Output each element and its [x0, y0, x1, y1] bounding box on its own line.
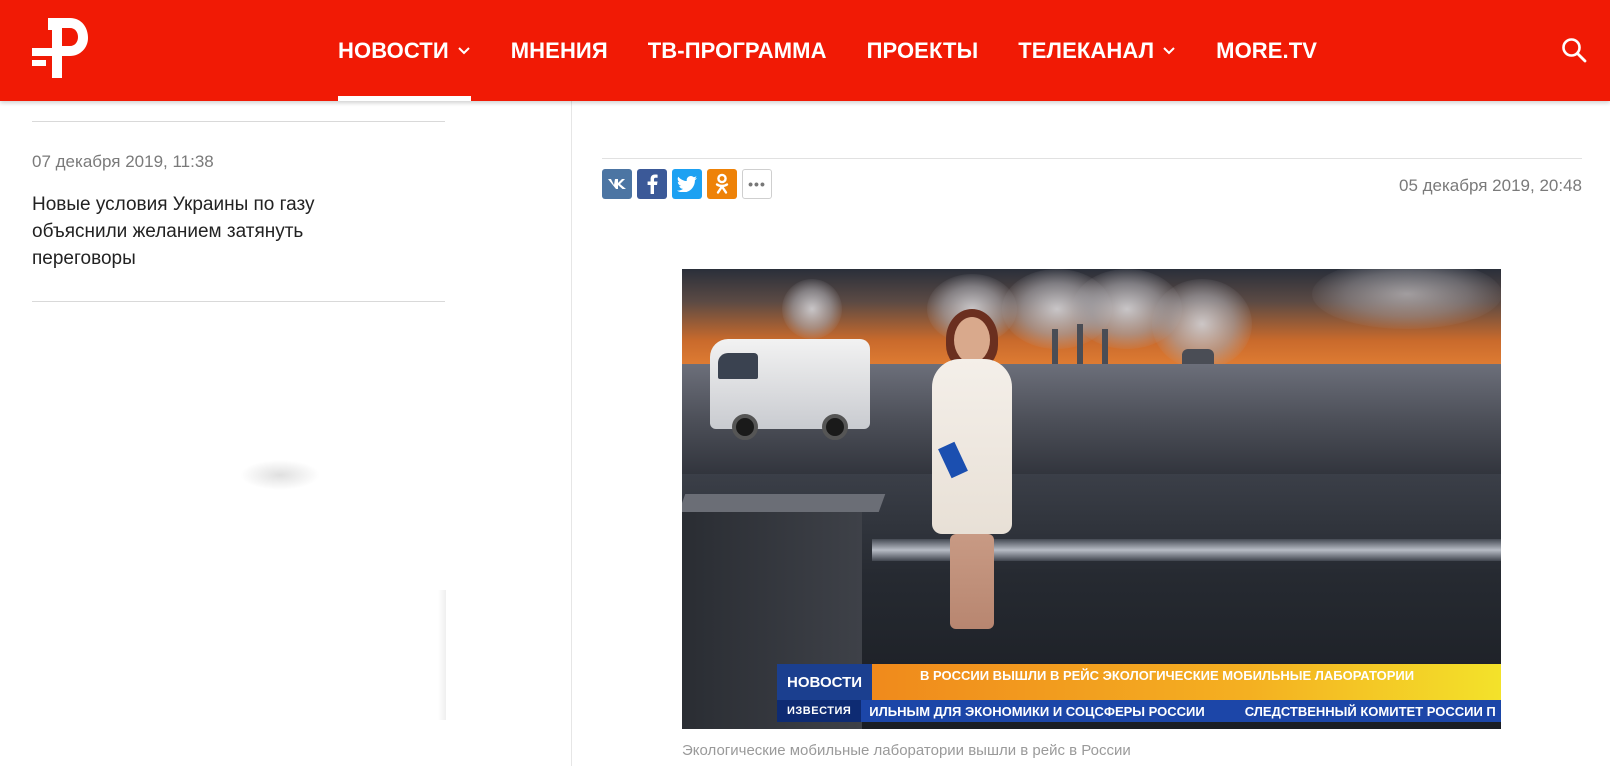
- nav-item-projects[interactable]: ПРОЕКТЫ: [867, 0, 979, 101]
- nav-item-label: НОВОСТИ: [338, 37, 449, 63]
- photo-presenter-legs: [950, 534, 994, 629]
- share-vk-button[interactable]: [602, 169, 632, 199]
- nav-item-tv-program[interactable]: ТВ-ПРОГРАММА: [648, 0, 827, 101]
- photo-smoke: [782, 279, 842, 339]
- article-date: 05 декабря 2019, 20:48: [1398, 176, 1582, 195]
- photo-van-window: [718, 353, 758, 379]
- twitter-icon: [677, 176, 697, 192]
- lower-third-headline: В РОССИИ ВЫШЛИ В РЕЙС ЭКОЛОГИЧЕСКИЕ МОБИ…: [872, 664, 1501, 700]
- site-header: НОВОСТИ МНЕНИЯ ТВ-ПРОГРАММА ПРОЕКТЫ ТЕЛЕ…: [0, 0, 1610, 101]
- photo-presenter-head: [954, 317, 990, 363]
- ad-placeholder-edge: [438, 590, 446, 720]
- ticker-brand: ИЗВЕСТИЯ: [777, 700, 862, 722]
- lower-third-badge: НОВОСТИ: [777, 664, 872, 700]
- nav-item-channel[interactable]: ТЕЛЕКАНАЛ: [1018, 0, 1176, 101]
- ren-tv-logo[interactable]: [30, 16, 88, 80]
- share-more-button[interactable]: •••: [742, 169, 772, 199]
- share-facebook-button[interactable]: [637, 169, 667, 199]
- nav-item-label: ТЕЛЕКАНАЛ: [1018, 37, 1155, 63]
- photo-caption: Экологические мобильные лаборатории вышл…: [682, 742, 1131, 759]
- share-bar: •••: [602, 169, 777, 199]
- share-odnoklassniki-button[interactable]: [707, 169, 737, 199]
- article-photo[interactable]: НОВОСТИ В РОССИИ ВЫШЛИ В РЕЙС ЭКОЛОГИЧЕС…: [682, 269, 1501, 729]
- photo-van: [710, 339, 870, 429]
- news-title-link[interactable]: Новые условия Украины по газу объяснили …: [32, 191, 362, 272]
- divider: [32, 121, 445, 122]
- vk-icon: [608, 179, 626, 189]
- nav-item-label: ПРОЕКТЫ: [866, 37, 979, 63]
- divider: [32, 301, 445, 302]
- photo-van-wheel: [732, 414, 758, 440]
- share-twitter-button[interactable]: [672, 169, 702, 199]
- more-icon: •••: [748, 176, 766, 192]
- photo-desk-top: [682, 494, 886, 512]
- nav-item-news[interactable]: НОВОСТИ: [338, 0, 471, 101]
- main-nav: НОВОСТИ МНЕНИЯ ТВ-ПРОГРАММА ПРОЕКТЫ ТЕЛЕ…: [338, 0, 1357, 101]
- news-date: 07 декабря 2019, 11:38: [32, 152, 214, 171]
- ad-placeholder-artifact: [240, 460, 320, 490]
- facebook-icon: [647, 174, 658, 194]
- nav-item-more-tv[interactable]: MORE.TV: [1216, 0, 1317, 101]
- divider: [602, 158, 1582, 159]
- odnoklassniki-icon: [715, 173, 729, 194]
- ad-placeholder: [32, 460, 445, 720]
- nav-item-opinions[interactable]: МНЕНИЯ: [511, 0, 608, 101]
- search-icon[interactable]: [1561, 37, 1587, 63]
- ticker-text: ИЛЬНЫМ ДЛЯ ЭКОНОМИКИ И СОЦСФЕРЫ РОССИИ: [869, 703, 1205, 719]
- chevron-down-icon: [458, 46, 470, 54]
- column-divider: [571, 101, 572, 766]
- photo-van-wheel: [822, 414, 848, 440]
- nav-item-label: МНЕНИЯ: [510, 37, 608, 63]
- nav-item-label: ТВ-ПРОГРАММА: [647, 37, 827, 63]
- chevron-down-icon: [1163, 46, 1175, 54]
- ticker-text: СЛЕДСТВЕННЫЙ КОМИТЕТ РОССИИ П: [1244, 703, 1496, 719]
- lower-third-ticker: ИЗВЕСТИЯ ИЛЬНЫМ ДЛЯ ЭКОНОМИКИ И СОЦСФЕРЫ…: [777, 700, 1501, 722]
- nav-item-label: MORE.TV: [1216, 37, 1318, 63]
- sidebar-news-list: 07 декабря 2019, 11:38 Новые условия Укр…: [32, 101, 445, 302]
